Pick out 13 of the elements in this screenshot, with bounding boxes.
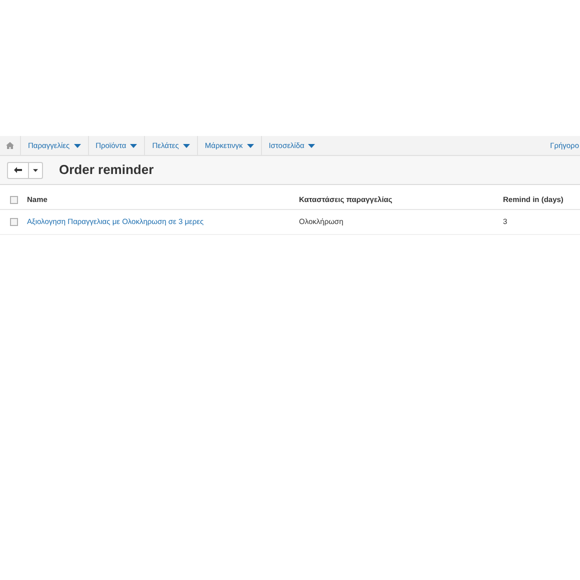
caret-icon: [308, 144, 316, 148]
dropdown-button[interactable]: [29, 162, 43, 178]
caret-icon: [246, 144, 254, 148]
caret-icon: [130, 144, 138, 148]
page-title: Order reminder: [59, 161, 154, 180]
caret-icon: [33, 168, 38, 172]
arrow-left-icon: [14, 167, 22, 173]
back-button[interactable]: [7, 162, 29, 178]
caret-icon: [74, 144, 81, 148]
caret-icon: [182, 144, 190, 148]
home-icon[interactable]: [6, 142, 14, 149]
checkbox[interactable]: [10, 196, 18, 204]
checkbox[interactable]: [10, 218, 18, 226]
